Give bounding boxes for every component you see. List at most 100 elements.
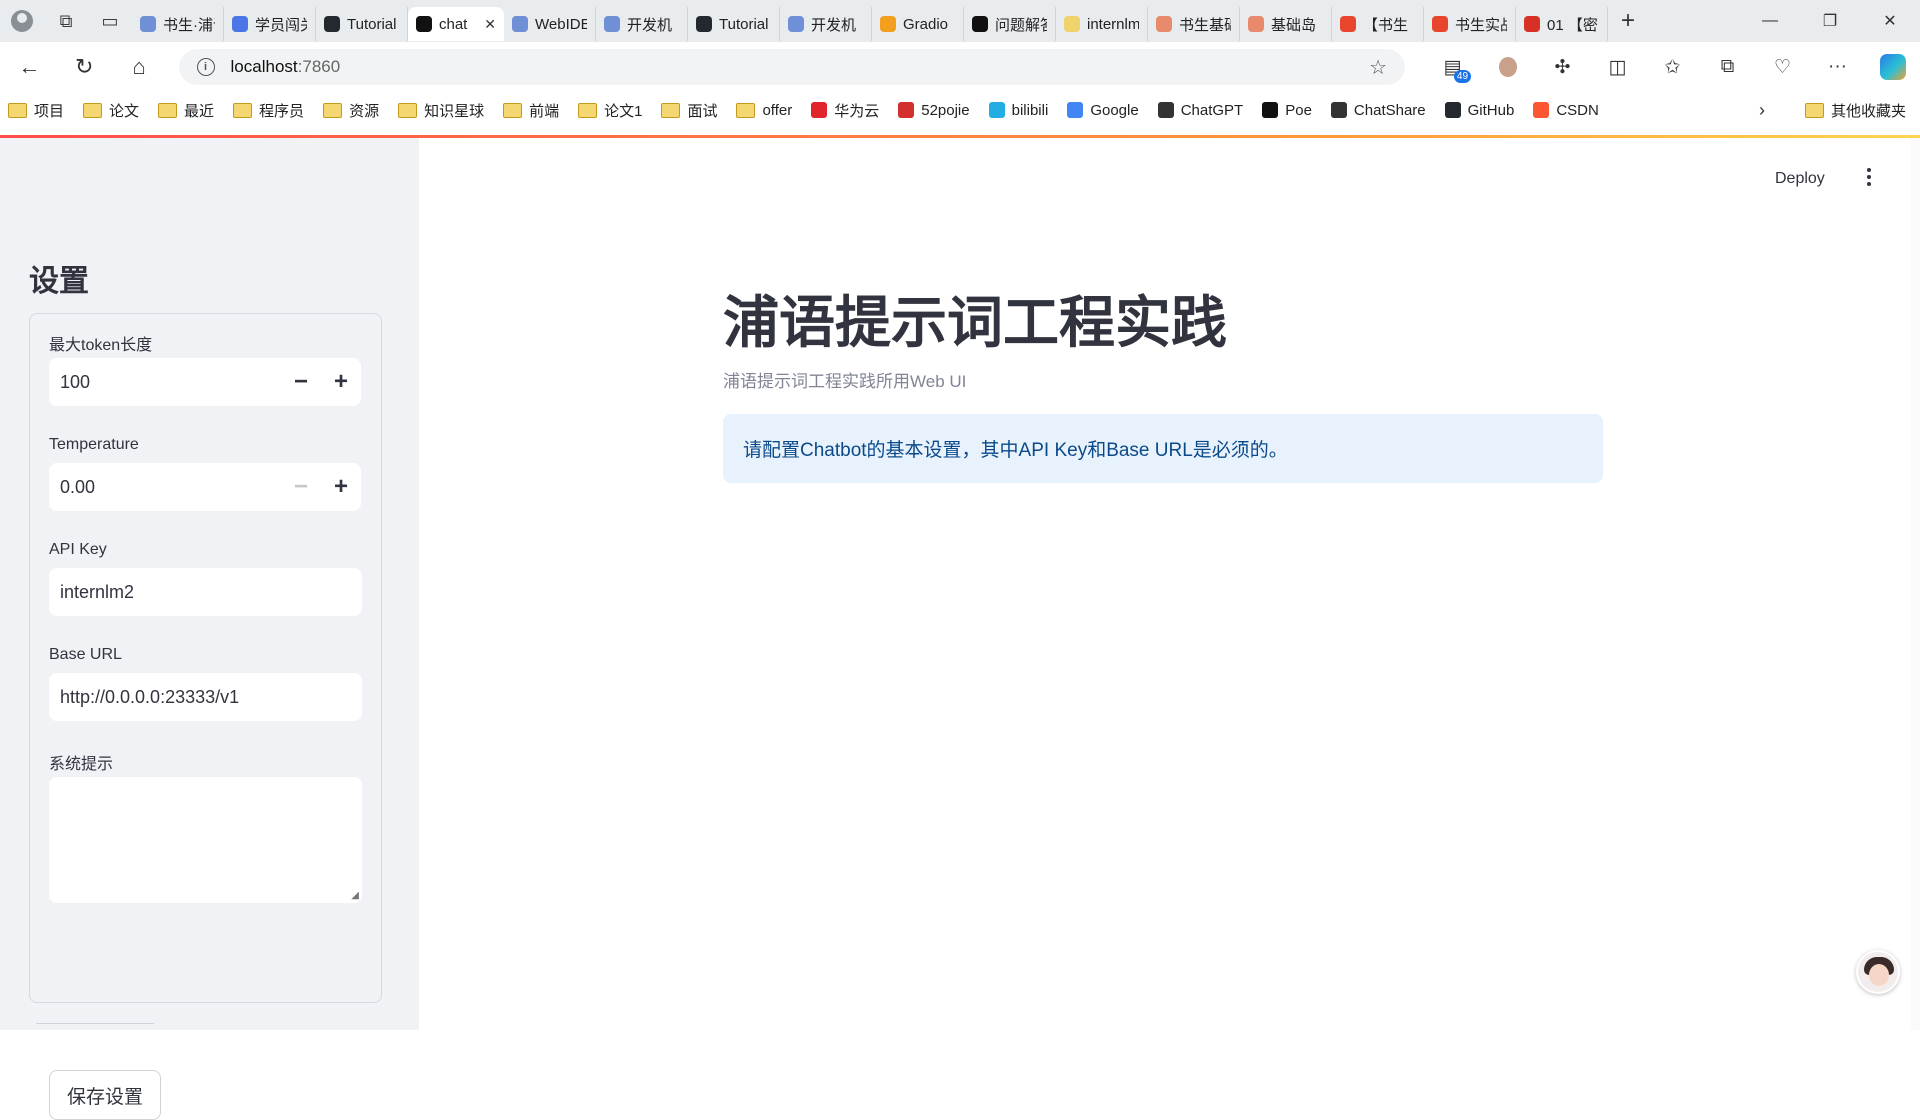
browser-tab[interactable]: 问题解答 [964, 7, 1056, 41]
more-menu-button[interactable]: ··· [1810, 42, 1865, 92]
workspaces-button[interactable]: ⧉ [44, 0, 88, 42]
home-button[interactable]: ⌂ [112, 42, 167, 92]
bookmark-link[interactable]: ChatGPT [1157, 102, 1243, 119]
tab-title: 基础岛 [1271, 16, 1317, 34]
bookmark-link[interactable]: bilibili [988, 102, 1048, 119]
back-arrow-icon: ← [18, 54, 41, 79]
temperature-value[interactable]: 0.00 [49, 477, 281, 498]
other-bookmarks-folder[interactable]: 其他收藏夹 [1804, 100, 1906, 121]
browser-tab[interactable]: Gradio [872, 7, 964, 41]
assistant-avatar-icon[interactable] [1856, 950, 1900, 994]
bookmark-link[interactable]: Google [1067, 102, 1139, 119]
bookmark-link[interactable]: GitHub [1444, 102, 1514, 119]
user-avatar-icon [1498, 57, 1517, 77]
new-tab-button[interactable]: + [1608, 0, 1648, 42]
browser-tab[interactable]: 基础岛 [1240, 7, 1332, 41]
split-screen-button[interactable]: ◫ [1590, 42, 1645, 92]
reload-button[interactable]: ↻ [57, 42, 112, 92]
back-button[interactable]: ← [2, 42, 57, 92]
bookmark-folder[interactable]: 知识星球 [398, 100, 484, 121]
tab-actions-button[interactable]: ▭ [88, 0, 132, 42]
temperature-label: Temperature [49, 436, 139, 453]
temperature-increment-button[interactable]: + [321, 463, 361, 511]
bookmark-link[interactable]: 华为云 [811, 100, 879, 121]
favorite-star-icon[interactable]: ☆ [1369, 55, 1387, 80]
temperature-decrement-button[interactable]: − [281, 463, 321, 511]
bookmark-folder[interactable]: 资源 [323, 100, 379, 121]
copilot-button[interactable] [1865, 42, 1920, 92]
site-info-icon[interactable]: i [196, 58, 215, 76]
notification-badge: 49 [1453, 70, 1472, 83]
resize-grip-icon[interactable]: ◢ [351, 890, 359, 901]
browser-tab[interactable]: WebIDE [504, 7, 596, 41]
folder-icon [1804, 102, 1824, 118]
folder-icon [661, 102, 681, 118]
close-window-button[interactable]: ✕ [1860, 0, 1920, 42]
browser-tab[interactable]: 01 【密 [1516, 7, 1608, 41]
tab-close-icon[interactable]: ✕ [484, 16, 496, 33]
api-key-label: API Key [49, 541, 107, 558]
system-prompt-textarea[interactable]: ◢ [49, 777, 362, 903]
favorites-button[interactable]: ✩ [1645, 42, 1700, 92]
tab-favicon-icon [1248, 16, 1264, 32]
bookmark-folder[interactable]: 论文1 [578, 100, 642, 121]
browser-tab[interactable]: chat ✕ [408, 7, 504, 41]
collections-button[interactable]: ▤ 49 [1425, 42, 1480, 92]
bookmark-label: 前端 [529, 102, 560, 120]
bookmark-label: offer [762, 101, 793, 119]
tab-title: 学员闯关 [255, 16, 307, 34]
base-url-input[interactable]: http://0.0.0.0:23333/v1 [49, 673, 362, 721]
bookmark-folder[interactable]: 项目 [8, 100, 64, 121]
folder-icon [503, 102, 523, 118]
bookmark-folder[interactable]: 前端 [503, 100, 559, 121]
bookmark-folder[interactable]: 程序员 [233, 100, 304, 121]
bookmark-folder[interactable]: 面试 [661, 100, 717, 121]
deploy-button[interactable]: Deploy [1775, 170, 1825, 188]
page-scrollbar[interactable] [1911, 138, 1920, 1030]
bookmark-link[interactable]: 52pojie [898, 102, 970, 119]
profile-button[interactable] [0, 0, 44, 42]
more-bookmarks-chevron-icon[interactable]: › [1759, 100, 1765, 121]
bookmark-link[interactable]: Poe [1262, 102, 1312, 119]
bookmark-link[interactable]: ChatShare [1330, 102, 1426, 119]
api-key-input[interactable]: internlm2 [49, 568, 362, 616]
save-settings-button[interactable]: 保存设置 [49, 1070, 161, 1120]
browser-tab[interactable]: 书生实战 [1424, 7, 1516, 41]
url-host: localhost [230, 57, 298, 76]
browser-tab[interactable]: 开发机 [596, 7, 688, 41]
browser-tab[interactable]: 【书生 [1332, 7, 1424, 41]
tab-favicon-icon [140, 16, 156, 32]
max-tokens-input[interactable]: 100 − + [49, 358, 361, 406]
profile-icon [11, 10, 33, 32]
browser-tab[interactable]: Tutorial [688, 7, 780, 41]
max-tokens-value[interactable]: 100 [49, 372, 281, 393]
browser-tab[interactable]: 开发机 [780, 7, 872, 41]
temperature-input[interactable]: 0.00 − + [49, 463, 361, 511]
performance-button[interactable]: ♡ [1755, 42, 1810, 92]
browser-toolbar: ← ↻ ⌂ i localhost:7860 ☆ ▤ 49 ✣ ◫ ✩ ⧉ ♡ ·… [0, 42, 1920, 92]
tab-favicon-icon [1156, 16, 1172, 32]
browser-tab[interactable]: internlm [1056, 7, 1148, 41]
bookmark-label: 最近 [184, 102, 215, 120]
tab-favicon-icon [788, 16, 804, 32]
minimize-button[interactable]: — [1740, 0, 1800, 42]
address-bar[interactable]: i localhost:7860 ☆ [178, 49, 1406, 85]
bookmark-folder[interactable]: 最近 [158, 100, 214, 121]
extensions-button[interactable]: ✣ [1535, 42, 1590, 92]
max-tokens-increment-button[interactable]: + [321, 358, 361, 406]
bookmark-link[interactable]: CSDN [1533, 102, 1599, 119]
browser-tab[interactable]: 学员闯关 [224, 7, 316, 41]
main-menu-kebab-icon[interactable] [1859, 168, 1879, 186]
restore-button[interactable]: ❐ [1800, 0, 1860, 42]
folder-icon [83, 102, 103, 118]
browser-tab[interactable]: 书生基础 [1148, 7, 1240, 41]
avatar-face [1869, 964, 1889, 986]
bookmark-folder[interactable]: 论文 [83, 100, 139, 121]
user-extension-button[interactable] [1480, 42, 1535, 92]
site-favicon-icon [1262, 102, 1279, 118]
bookmark-folder[interactable]: offer [736, 102, 792, 119]
browser-tab[interactable]: Tutorial [316, 7, 408, 41]
max-tokens-decrement-button[interactable]: − [281, 358, 321, 406]
collections-add-button[interactable]: ⧉ [1700, 42, 1755, 92]
browser-tab[interactable]: 书生·浦语 [132, 7, 224, 41]
